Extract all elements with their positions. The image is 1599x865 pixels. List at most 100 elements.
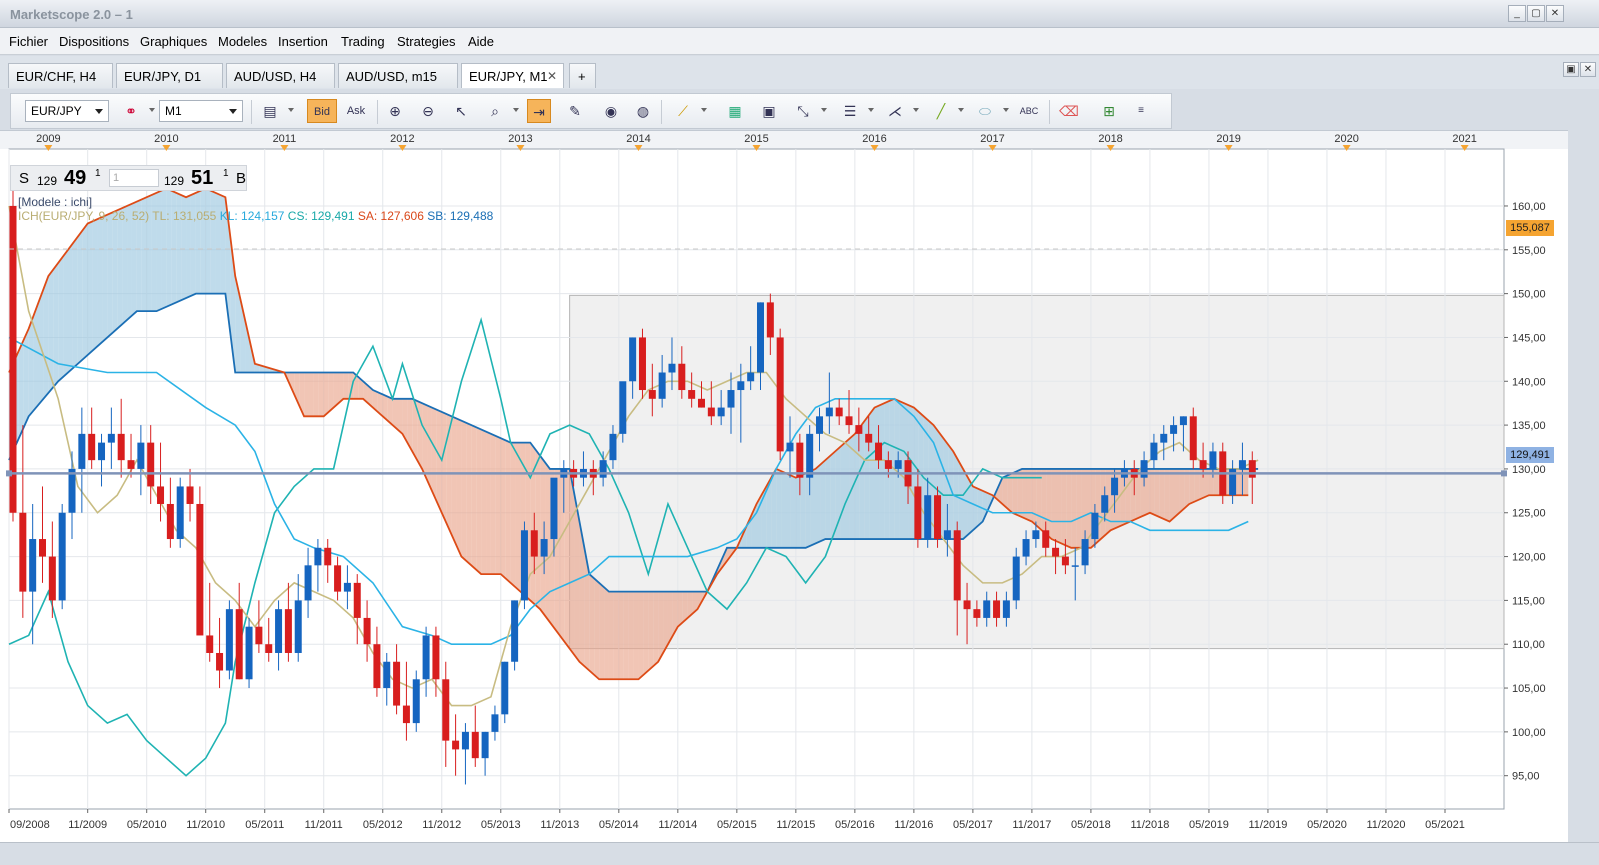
zoom-out-icon[interactable]: ⊖	[416, 99, 440, 123]
instrument-select[interactable]: EUR/JPY	[25, 100, 109, 122]
dropdown-arrow-icon[interactable]	[701, 108, 707, 112]
ask-button[interactable]: Ask	[341, 99, 371, 123]
close-tab-icon[interactable]: ✕	[547, 69, 557, 83]
minimize-icon[interactable]: _	[1508, 5, 1526, 22]
menu-aide[interactable]: Aide	[468, 34, 494, 49]
buy-button[interactable]: B	[236, 170, 246, 187]
sell-button[interactable]: S	[19, 170, 29, 187]
year-label: 2016	[862, 133, 886, 145]
ichimoku-cloud-segment	[92, 219, 98, 351]
chevron-down-icon	[95, 109, 103, 114]
menu-trading[interactable]: Trading	[341, 34, 385, 49]
candle-body	[668, 363, 676, 373]
menu-dispositions[interactable]: Dispositions	[59, 34, 129, 49]
close-icon[interactable]: ✕	[1546, 5, 1564, 22]
tab-audusd-m15[interactable]: AUD/USD, m15	[338, 63, 458, 88]
link-icon[interactable]: ⚭	[119, 99, 143, 123]
more-icon[interactable]: ≡	[1129, 99, 1153, 123]
candle-body	[1042, 530, 1050, 548]
ichimoku-cloud-segment	[628, 591, 634, 680]
menu-fichier[interactable]: Fichier	[9, 34, 48, 49]
ichimoku-cloud-segment	[1056, 468, 1062, 544]
add-tab-button[interactable]: +	[569, 63, 596, 88]
current-price-tag: 129,491	[1506, 447, 1554, 463]
bid-button[interactable]: Bid	[307, 99, 337, 123]
dropdown-arrow-icon[interactable]	[958, 108, 964, 112]
dropdown-arrow-icon[interactable]	[288, 108, 294, 112]
year-label: 2013	[508, 133, 532, 145]
ruler-icon[interactable]: ⟋	[671, 99, 695, 123]
line-icon[interactable]: ╱	[929, 99, 953, 123]
image-icon[interactable]: ▦	[723, 99, 747, 123]
trend-icon[interactable]: ⤡	[791, 99, 815, 123]
tab-eurjpy-m1[interactable]: EUR/JPY, M1 ✕	[461, 63, 564, 88]
menu-strategies[interactable]: Strategies	[397, 34, 456, 49]
ichimoku-cloud-segment	[608, 591, 614, 680]
candle-body	[117, 433, 125, 461]
candle-body	[1052, 547, 1060, 557]
candle-body	[265, 644, 273, 653]
dropdown-arrow-icon[interactable]	[868, 108, 874, 112]
candle-body	[412, 679, 420, 724]
ichimoku-cloud-segment	[97, 216, 103, 347]
globe-icon[interactable]: ◍	[631, 99, 655, 123]
ichimoku-cloud-segment	[215, 192, 221, 294]
senkou-a-value: SA: 127,606	[357, 209, 424, 223]
candle-body	[688, 390, 696, 399]
year-label: 2020	[1334, 133, 1358, 145]
x-date-label: 05/2018	[1071, 819, 1111, 831]
ellipse-icon[interactable]: ⬭	[973, 99, 997, 123]
text-icon[interactable]: ABC	[1017, 99, 1041, 123]
dropdown-arrow-icon[interactable]	[149, 108, 155, 112]
fan-icon[interactable]: ⋌	[883, 99, 907, 123]
ichimoku-cloud-segment	[879, 403, 885, 540]
x-date-label: 11/2020	[1366, 819, 1405, 831]
template-icon[interactable]: ▣	[757, 99, 781, 123]
restore-chart-icon[interactable]: ▣	[1563, 62, 1579, 77]
candle-body	[894, 460, 902, 469]
x-date-label: 05/2010	[127, 819, 167, 831]
amount-input[interactable]: 1	[109, 169, 159, 187]
x-date-label: 05/2011	[245, 819, 284, 831]
zoom-in-icon[interactable]: ⊕	[383, 99, 407, 123]
ichimoku-cloud-segment	[33, 302, 39, 411]
candle-body	[29, 539, 37, 592]
dropdown-arrow-icon[interactable]	[821, 108, 827, 112]
chikou-value: CS: 129,491	[287, 209, 355, 223]
cursor-icon[interactable]: ↖	[449, 99, 473, 123]
menu-modeles[interactable]: Modeles	[218, 34, 267, 49]
dropdown-arrow-icon[interactable]	[913, 108, 919, 112]
dropdown-arrow-icon[interactable]	[1003, 108, 1009, 112]
chart-area[interactable]: 95,00 100,00 105,00 110,00 115,00 120,00 125,0…	[0, 130, 1568, 842]
timeframe-select[interactable]: M1	[159, 100, 243, 122]
price-chart[interactable]: 95,00 100,00 105,00 110,00 115,00 120,00 125,0…	[0, 131, 1568, 843]
lines-icon[interactable]: ☰	[838, 99, 862, 123]
tab-audusd-h4[interactable]: AUD/USD, H4	[226, 63, 335, 88]
candle-body	[520, 530, 528, 601]
scroll-to-end-icon[interactable]: ⇥	[527, 99, 551, 123]
ichimoku-cloud-segment	[613, 591, 619, 680]
candle-body	[1160, 433, 1168, 443]
menu-insertion[interactable]: Insertion	[278, 34, 328, 49]
tab-eurjpy-d1[interactable]: EUR/JPY, D1	[116, 63, 223, 88]
close-chart-icon[interactable]: ✕	[1580, 62, 1596, 77]
ichimoku-cloud-segment	[1174, 468, 1180, 518]
indicator-name: ICH(EUR/JPY, 9, 26, 52)	[18, 209, 150, 223]
maximize-icon[interactable]: ▢	[1527, 5, 1545, 22]
candle-body	[422, 635, 430, 680]
ichimoku-cloud-segment	[43, 276, 49, 399]
ichimoku-cloud-segment	[471, 425, 477, 570]
dropdown-arrow-icon[interactable]	[513, 108, 519, 112]
ichimoku-cloud-segment	[604, 587, 609, 680]
eraser-icon[interactable]: ⌫	[1057, 99, 1081, 123]
hierarchy-icon[interactable]: ⊞	[1097, 99, 1121, 123]
ichimoku-cloud-segment	[1149, 468, 1155, 515]
candle-body	[68, 468, 76, 513]
properties-icon[interactable]: ✎	[563, 99, 587, 123]
magnifier-icon[interactable]: ⌕	[483, 99, 507, 123]
chart-type-icon[interactable]: ▤	[258, 99, 282, 123]
eye-icon[interactable]: ◉	[599, 99, 623, 123]
tab-eurchf-h4[interactable]: EUR/CHF, H4	[8, 63, 113, 88]
menu-graphiques[interactable]: Graphiques	[140, 34, 207, 49]
marketscope-window: Marketscope 2.0 – 1 _ ▢ ✕ Fichier Dispos…	[0, 0, 1599, 865]
